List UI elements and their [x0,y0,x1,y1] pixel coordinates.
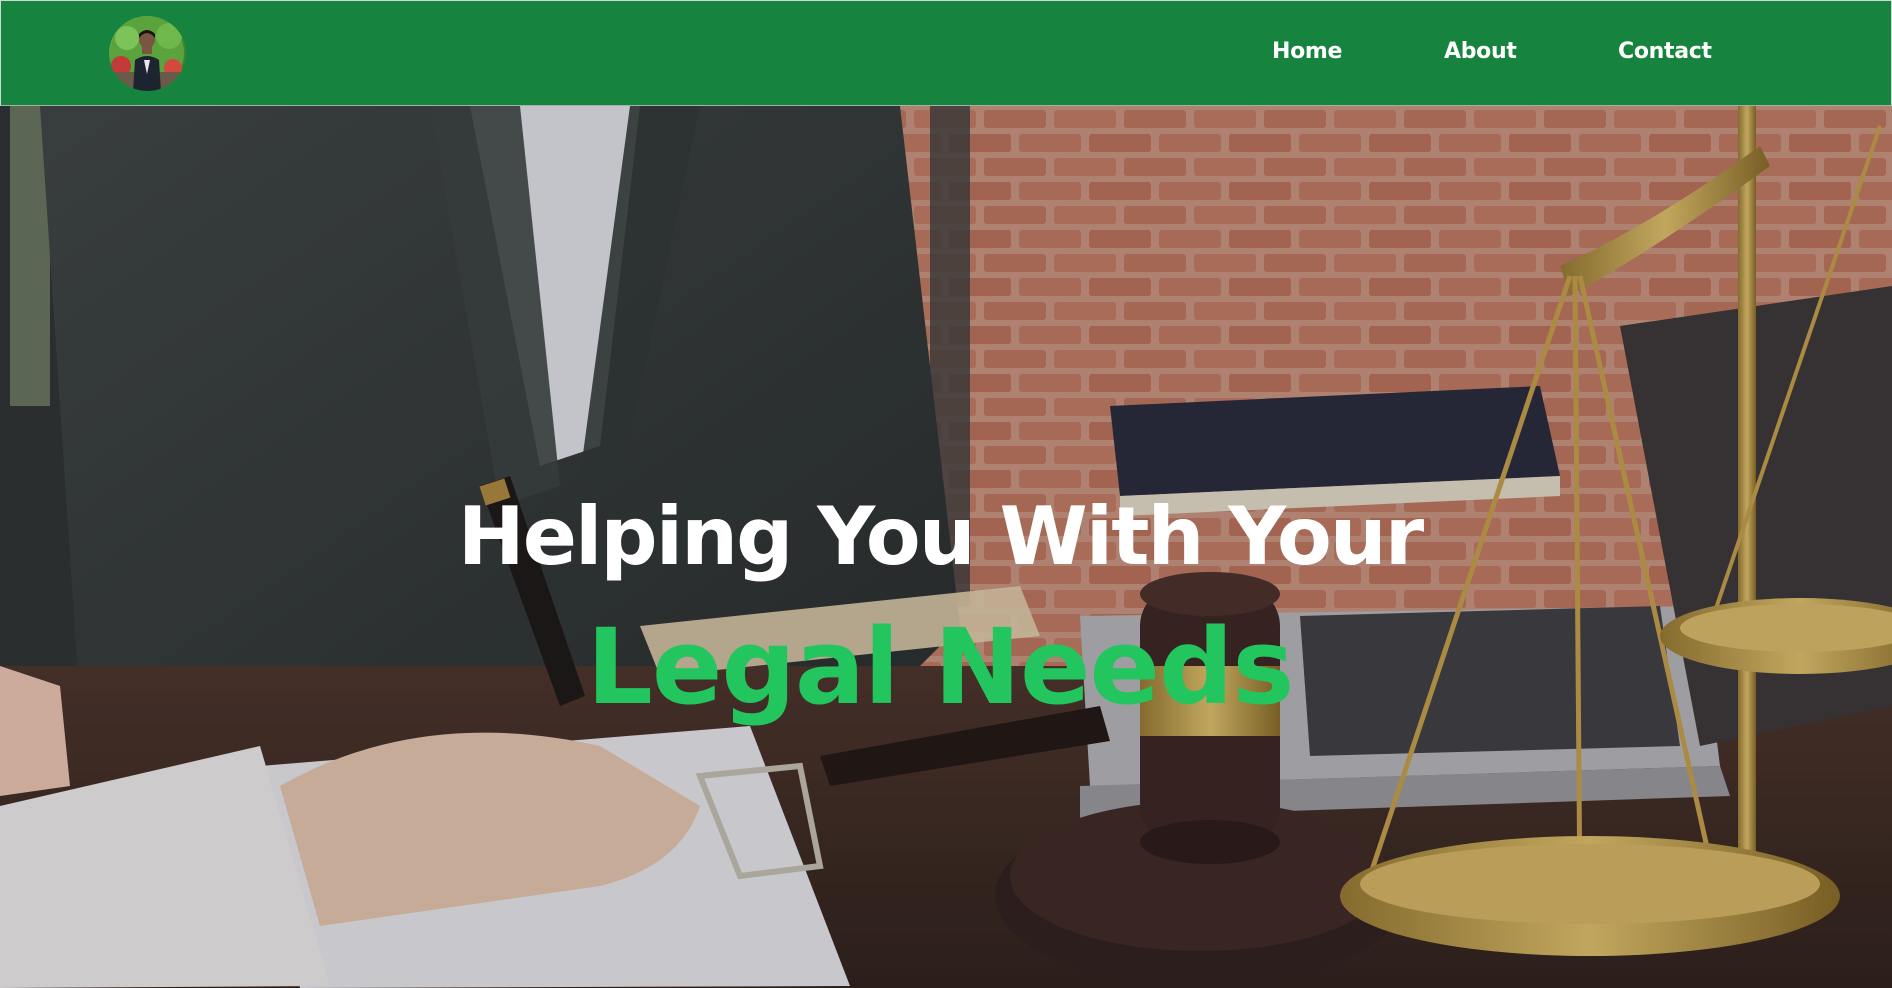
hero-heading-line2: Legal Needs [586,606,1295,728]
hero-heading-line1: Helping You With Your [457,490,1424,583]
hero-section: Helping You With Your Legal Needs [0,106,1892,988]
navbar: Home About Contact [0,0,1892,106]
nav-link-contact[interactable]: Contact [1618,39,1712,64]
nav-link-about[interactable]: About [1444,39,1517,64]
main-nav: Home About Contact [1,1,1891,105]
nav-link-home[interactable]: Home [1272,39,1342,64]
